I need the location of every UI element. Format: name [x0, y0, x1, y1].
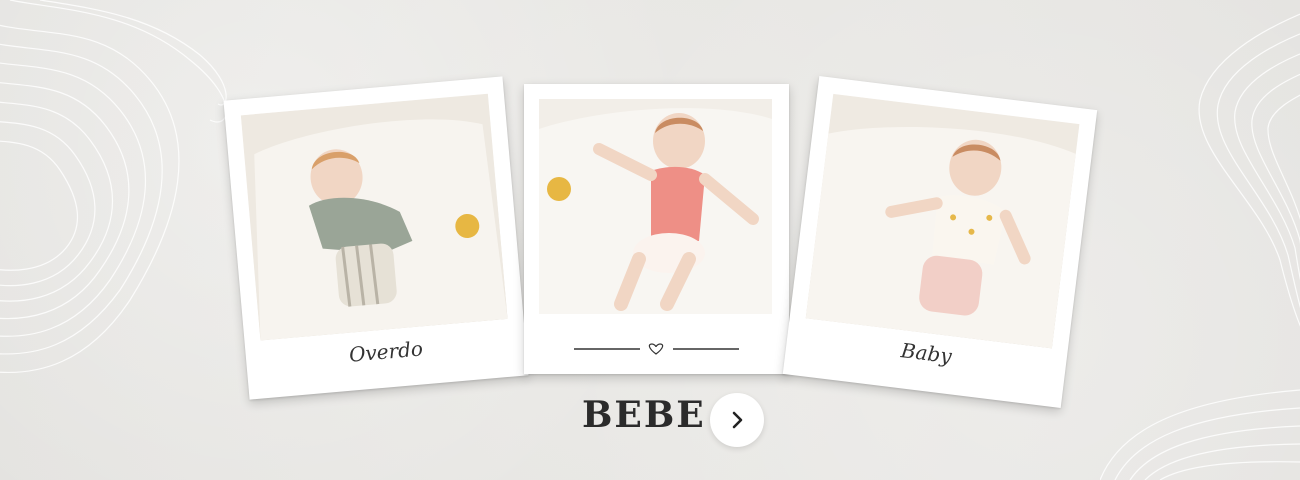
right-bottom-contour-lines-decoration	[1100, 389, 1300, 480]
photo-card-middle[interactable]	[524, 84, 789, 374]
left-contour-lines-decoration	[0, 0, 227, 374]
baby-photo-pink-outfit	[539, 99, 772, 314]
baby-photo-floral-outfit	[805, 93, 1080, 349]
photo-card-right[interactable]: Baby	[782, 76, 1098, 408]
baby-photo-green-outfit	[240, 93, 508, 341]
chevron-right-icon	[732, 411, 743, 429]
photo-card-left[interactable]: Overdo	[223, 76, 529, 400]
heart-divider-icon	[574, 343, 739, 355]
next-arrow-button[interactable]	[710, 393, 764, 447]
category-title[interactable]: BEBE	[582, 394, 706, 436]
right-top-contour-lines-decoration	[1198, 13, 1300, 327]
